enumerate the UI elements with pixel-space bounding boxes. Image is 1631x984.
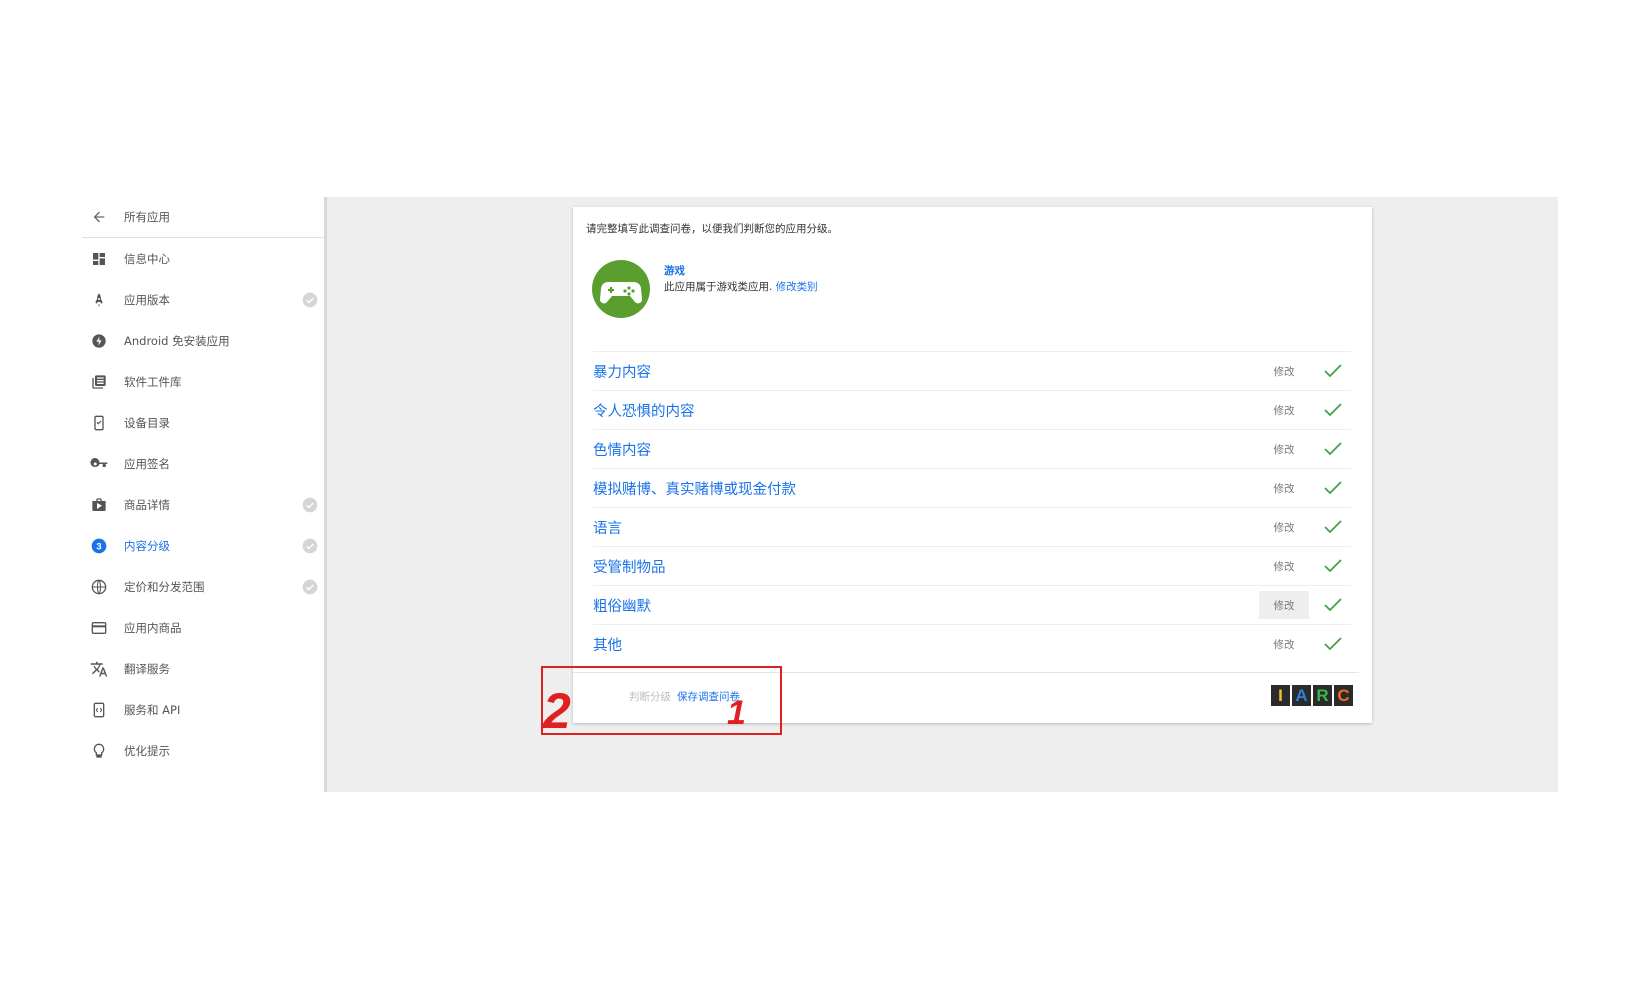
section-label[interactable]: 令人恐惧的内容 [593,400,695,421]
sidebar-divider [324,197,327,792]
sidebar-item-translation-service[interactable]: 翻译服务 [82,648,326,689]
edit-button[interactable]: 修改 [1259,513,1309,541]
sidebar-item-label: 应用内商品 [124,620,182,635]
svg-text:3: 3 [96,541,101,551]
category-title: 游戏 [664,265,685,277]
section-label[interactable]: 模拟赌博、真实赌博或现金付款 [593,478,796,499]
category-description-text: 此应用属于游戏类应用. [664,281,773,293]
credit-card-icon [90,619,108,637]
section-row-gambling: 模拟赌博、真实赌博或现金付款 修改 [593,468,1351,507]
check-circle-icon [302,579,318,594]
gamepad-icon [592,260,650,318]
check-icon [1324,403,1342,417]
sidebar: 所有应用 信息中心 应用版本 Android 免安装应用 软件工件库 设备目录 … [82,196,326,771]
sidebar-item-label: 软件工件库 [124,374,182,389]
arrow-back-icon [90,208,108,226]
check-icon [1324,364,1342,378]
translate-icon [90,660,108,678]
sidebar-item-app-releases[interactable]: 应用版本 [82,279,326,320]
section-label[interactable]: 其他 [593,634,622,655]
section-row-violence: 暴力内容 修改 [593,351,1351,390]
sidebar-item-label: 服务和 API [124,702,181,717]
change-category-link[interactable]: 修改类别 [776,281,818,293]
dashboard-icon [90,250,108,268]
section-label[interactable]: 语言 [593,517,622,538]
edit-button[interactable]: 修改 [1259,474,1309,502]
section-row-crude-humor: 粗俗幽默 修改 [593,585,1351,624]
section-label[interactable]: 受管制物品 [593,556,666,577]
intro-text: 请完整填写此调查问卷，以便我们判断您的应用分级。 [586,223,838,235]
section-label[interactable]: 色情内容 [593,439,651,460]
sidebar-item-services-api[interactable]: 服务和 API [82,689,326,730]
screen: 所有应用 信息中心 应用版本 Android 免安装应用 软件工件库 设备目录 … [0,0,1631,984]
shopping-bag-icon [90,496,108,514]
section-label[interactable]: 暴力内容 [593,361,651,382]
key-icon [90,455,108,473]
iarc-letter-a: A [1292,685,1311,706]
questionnaire-sections: 暴力内容 修改 令人恐惧的内容 修改 色情内容 修改 模拟赌博、真实赌博或现金付… [593,351,1351,663]
rocket-icon [90,291,108,309]
sidebar-item-in-app-products[interactable]: 应用内商品 [82,607,326,648]
check-circle-icon [302,292,318,307]
check-icon [1324,481,1342,495]
sidebar-item-label: 信息中心 [124,251,170,266]
sidebar-item-all-apps[interactable]: 所有应用 [82,196,326,238]
iarc-letter-i: I [1271,685,1290,706]
sidebar-item-label: 定价和分发范围 [124,579,205,594]
sidebar-item-artifact-library[interactable]: 软件工件库 [82,361,326,402]
edit-button[interactable]: 修改 [1259,396,1309,424]
check-icon [1324,520,1342,534]
check-icon [1324,559,1342,573]
edit-button[interactable]: 修改 [1259,552,1309,580]
section-row-controlled-substances: 受管制物品 修改 [593,546,1351,585]
sidebar-item-label: 翻译服务 [124,661,170,676]
edit-button[interactable]: 修改 [1259,435,1309,463]
annotation-number-1: 1 [727,694,746,732]
section-label[interactable]: 粗俗幽默 [593,595,651,616]
section-row-sexuality: 色情内容 修改 [593,429,1351,468]
section-row-fear: 令人恐惧的内容 修改 [593,390,1351,429]
annotation-marks: 2 1 [542,683,746,739]
sidebar-item-dashboard[interactable]: 信息中心 [82,238,326,279]
sidebar-item-app-signing[interactable]: 应用签名 [82,443,326,484]
iarc-letter-c: C [1334,685,1353,706]
iarc-logo: I A R C [1271,685,1353,706]
section-row-language: 语言 修改 [593,507,1351,546]
section-row-other: 其他 修改 [593,624,1351,663]
edit-button[interactable]: 修改 [1259,591,1309,619]
sidebar-item-label: 商品详情 [124,497,170,512]
check-icon [1324,442,1342,456]
category-description: 此应用属于游戏类应用. 修改类别 [664,279,818,294]
sidebar-item-label: 内容分级 [124,538,170,553]
content-rating-icon: 3 [90,537,108,555]
sidebar-item-instant-apps[interactable]: Android 免安装应用 [82,320,326,361]
edit-button[interactable]: 修改 [1259,357,1309,385]
check-circle-icon [302,538,318,553]
lightbulb-icon [90,742,108,760]
api-icon [90,701,108,719]
check-icon [1324,637,1342,651]
sidebar-item-label: 所有应用 [124,209,170,224]
iarc-letter-r: R [1313,685,1332,706]
sidebar-item-label: Android 免安装应用 [124,333,230,348]
sidebar-item-store-listing[interactable]: 商品详情 [82,484,326,525]
sidebar-item-device-catalog[interactable]: 设备目录 [82,402,326,443]
sidebar-item-optimization-tips[interactable]: 优化提示 [82,730,326,771]
sidebar-item-pricing-distribution[interactable]: 定价和分发范围 [82,566,326,607]
check-circle-icon [302,497,318,512]
sidebar-item-label: 应用版本 [124,292,170,307]
globe-icon [90,578,108,596]
sidebar-item-label: 设备目录 [124,415,170,430]
annotation-number-2: 2 [542,683,571,739]
device-icon [90,414,108,432]
sidebar-item-content-rating[interactable]: 3 内容分级 [82,525,326,566]
library-icon [90,373,108,391]
sidebar-item-label: 应用签名 [124,456,170,471]
check-icon [1324,598,1342,612]
questionnaire-card: 请完整填写此调查问卷，以便我们判断您的应用分级。 游戏 此应用属于游戏类应用. … [573,207,1372,723]
sidebar-item-label: 优化提示 [124,743,170,758]
edit-button[interactable]: 修改 [1259,630,1309,658]
bolt-icon [90,332,108,350]
